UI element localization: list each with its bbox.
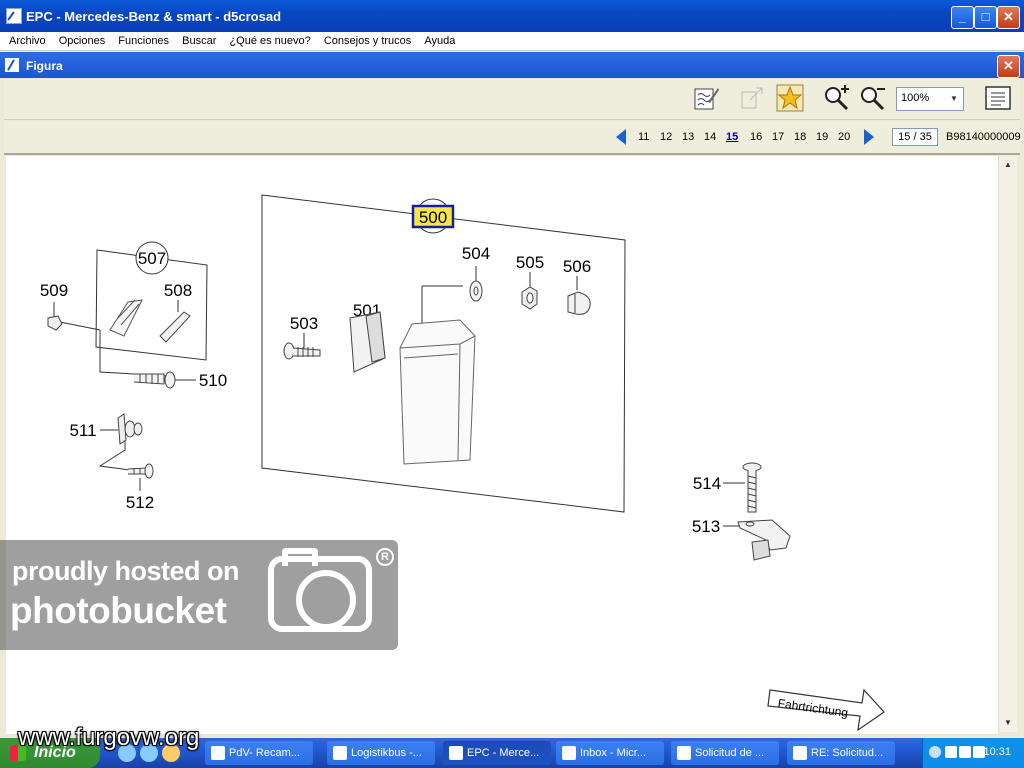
clock: 10:31: [983, 746, 1011, 758]
callout-514[interactable]: 514: [693, 474, 721, 493]
taskbar-item[interactable]: PdV- Recam...: [205, 741, 313, 765]
page-link[interactable]: 13: [682, 131, 694, 143]
zoom-in-icon[interactable]: [822, 84, 850, 112]
part-bin-body: [399, 319, 476, 465]
mail-reply-icon: [793, 746, 807, 760]
part-504-washer: [469, 280, 483, 302]
direction-arrow: Fahrtrichtung: [767, 688, 885, 732]
part-511-nutplate: [117, 413, 143, 445]
taskbar-item[interactable]: Solicitud de ...: [671, 741, 779, 765]
leader-lines: [53, 266, 745, 527]
mail-icon: [677, 746, 691, 760]
figure-close-button[interactable]: ✕: [997, 55, 1020, 78]
expand-icon[interactable]: [738, 84, 766, 112]
outlook-icon: [562, 746, 576, 760]
taskbar-item[interactable]: Logistikbus -...: [327, 741, 435, 765]
watermark-line2: photobucket: [10, 590, 227, 631]
network-icon: [333, 746, 347, 760]
part-510-screw: [133, 371, 176, 389]
tray-expand-icon[interactable]: [929, 746, 941, 758]
zoom-select[interactable]: 100% ▼: [896, 87, 964, 111]
app-icon: [6, 8, 22, 24]
part-506-cap: [567, 291, 591, 315]
epc-icon: [449, 746, 463, 760]
system-tray: 10:31: [922, 738, 1024, 768]
window-titlebar[interactable]: EPC - Mercedes-Benz & smart - d5crosad _…: [0, 0, 1024, 32]
menu-funciones[interactable]: Funciones: [113, 32, 174, 50]
photobucket-watermark: proudly hosted on photobucket R: [0, 540, 398, 650]
callout-513[interactable]: 513: [692, 517, 720, 536]
menu-opciones[interactable]: Opciones: [54, 32, 110, 50]
next-page-icon[interactable]: [864, 129, 874, 145]
pagination-bar: 11 12 13 14 15 16 17 18 19 20 15 / 35 B9…: [4, 121, 1021, 155]
vertical-scrollbar[interactable]: ▲ ▼: [998, 156, 1017, 732]
page-link[interactable]: 20: [838, 131, 850, 143]
previous-page-icon[interactable]: [616, 129, 626, 145]
callout-510[interactable]: 510: [199, 371, 227, 390]
zoom-out-icon[interactable]: [858, 84, 886, 112]
page-link[interactable]: 18: [794, 131, 806, 143]
menu-consejos[interactable]: Consejos y trucos: [319, 32, 416, 50]
watermark-line1: proudly hosted on: [12, 556, 240, 586]
scroll-down-icon[interactable]: ▼: [1001, 716, 1015, 730]
page-link[interactable]: 14: [704, 131, 716, 143]
part-509-clip: [47, 315, 63, 331]
callout-505[interactable]: 505: [516, 253, 544, 272]
figure-window-title: Figura: [26, 59, 63, 73]
part-507-rail: [109, 299, 143, 337]
menu-buscar[interactable]: Buscar: [177, 32, 221, 50]
toolbar: 100% ▼: [4, 79, 1020, 120]
document-list-icon[interactable]: [984, 84, 1012, 112]
part-503-screw: [283, 342, 321, 360]
page-link-current[interactable]: 15: [726, 131, 738, 143]
page-link[interactable]: 11: [638, 131, 649, 143]
registered-mark: R: [376, 548, 394, 566]
scroll-up-icon[interactable]: ▲: [1001, 158, 1015, 172]
callout-511[interactable]: 511: [69, 421, 96, 440]
tray-security-icon[interactable]: [959, 746, 971, 758]
callout-512[interactable]: 512: [126, 493, 154, 512]
figure-icon: [5, 58, 19, 72]
part-514-bolt: [742, 462, 762, 513]
callout-509[interactable]: 509: [40, 281, 68, 300]
callout-504[interactable]: 504: [462, 244, 490, 263]
figure-id: B98140000009: [946, 131, 1021, 143]
taskbar-item-active[interactable]: EPC - Merce...: [443, 741, 551, 765]
page-link[interactable]: 12: [660, 131, 672, 143]
part-512-screw: [127, 463, 154, 479]
camera-icon: [268, 548, 372, 632]
window-title: EPC - Mercedes-Benz & smart - d5crosad: [26, 9, 282, 24]
menu-archivo[interactable]: Archivo: [4, 32, 51, 50]
page-link[interactable]: 17: [772, 131, 784, 143]
callout-506[interactable]: 506: [563, 257, 591, 276]
callout-503[interactable]: 503: [290, 314, 318, 333]
part-508-bar: [159, 311, 191, 343]
chevron-down-icon[interactable]: ▼: [945, 88, 963, 110]
callout-508[interactable]: 508: [164, 281, 192, 300]
part-501-bracket: [349, 311, 386, 373]
tray-clock-icon[interactable]: [945, 746, 957, 758]
callout-500[interactable]: 500: [419, 208, 447, 227]
zoom-value: 100%: [901, 92, 930, 104]
site-watermark: www.furgovw.org: [18, 724, 200, 751]
close-button[interactable]: ✕: [997, 6, 1020, 29]
page-link[interactable]: 19: [816, 131, 828, 143]
part-513-bracket: [737, 519, 791, 561]
taskbar-item[interactable]: Inbox - Micr...: [556, 741, 664, 765]
minimize-button[interactable]: _: [951, 6, 974, 29]
page-counter: 15 / 35: [892, 128, 938, 146]
part-505-nut: [521, 286, 538, 310]
menu-bar: Archivo Opciones Funciones Buscar ¿Qué e…: [0, 32, 1024, 51]
figure-window-titlebar: Figura ✕: [0, 52, 1024, 78]
edit-notes-icon[interactable]: [692, 84, 720, 112]
page-link[interactable]: 16: [750, 131, 762, 143]
window-icon: [211, 746, 225, 760]
menu-que-es-nuevo[interactable]: ¿Qué es nuevo?: [224, 32, 315, 50]
menu-ayuda[interactable]: Ayuda: [419, 32, 460, 50]
favorite-star-icon[interactable]: [776, 84, 804, 112]
callout-507[interactable]: 507: [138, 249, 166, 268]
taskbar-item[interactable]: RE: Solicitud...: [787, 741, 895, 765]
maximize-button[interactable]: □: [974, 6, 997, 29]
